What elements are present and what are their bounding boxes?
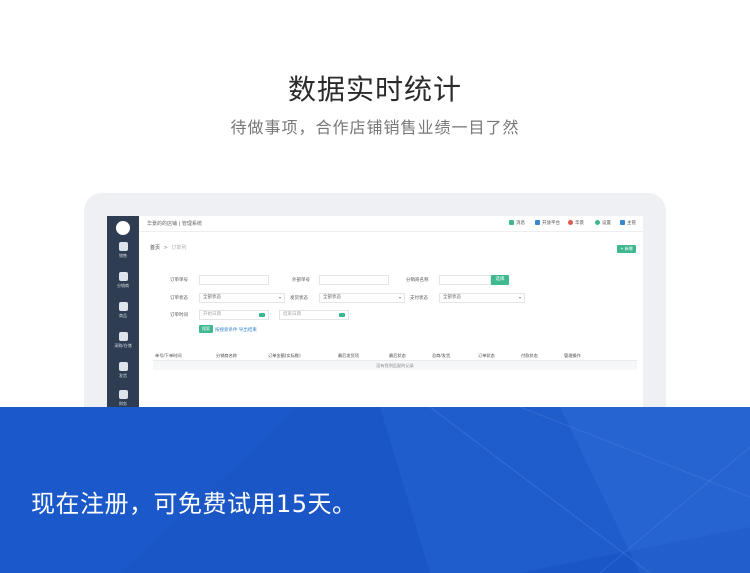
- distributor-label: 分销商名称: [406, 278, 429, 283]
- filter-panel: 订单单号 外部单号 分销商名称 选择 订单状态 全部状态 ▾ 发货状态 全部状态 ▾…: [150, 264, 638, 416]
- pay-status-label: 支付状态: [410, 296, 428, 301]
- user-icon: [568, 220, 573, 225]
- ship-status-select[interactable]: 全部状态 ▾: [319, 293, 405, 303]
- column-header[interactable]: 总商/发货: [432, 353, 450, 359]
- signup-banner-text: 现在注册，可免费试用15天。: [31, 490, 357, 518]
- settings-icon: [595, 220, 600, 225]
- column-header[interactable]: 单号/下单时间: [155, 353, 182, 359]
- column-header[interactable]: 分销商名称: [216, 353, 237, 359]
- order-status-select[interactable]: 全部状态 ▾: [199, 293, 285, 303]
- pay-status-select[interactable]: 全部状态 ▾: [439, 293, 525, 303]
- sidebar-item-label: 财务: [119, 401, 127, 406]
- calendar-icon: [259, 313, 265, 317]
- app-logo-icon: [116, 221, 130, 235]
- shipping-icon: [118, 362, 128, 371]
- finance-icon: [118, 390, 128, 399]
- breadcrumb-separator: >: [163, 245, 168, 251]
- chevron-down-icon: ▾: [518, 295, 521, 300]
- sidebar-item-shipping[interactable]: 发货: [107, 358, 139, 388]
- column-header[interactable]: 订单金额(实际数): [268, 353, 301, 359]
- topbar-user[interactable]: 华景: [568, 220, 584, 226]
- sidebar-item-label: 销售: [119, 253, 127, 258]
- column-header[interactable]: 最后发货项: [338, 353, 359, 359]
- calendar-icon: [339, 313, 345, 317]
- ship-status-label: 发货状态: [290, 296, 308, 301]
- manager-icon: [620, 220, 625, 225]
- chevron-down-icon: ▾: [278, 295, 281, 300]
- column-header[interactable]: 付款状态: [521, 353, 538, 359]
- hero-title: 数据实时统计: [287, 73, 462, 106]
- order-status-label: 订单状态: [170, 296, 188, 301]
- column-header[interactable]: 管理操作: [564, 353, 581, 359]
- sidebar-item-goods[interactable]: 商品: [107, 298, 139, 328]
- search-button[interactable]: 搜索: [199, 325, 213, 333]
- purchase-icon: [118, 332, 128, 341]
- sidebar-item-label: 采购/仓储: [114, 343, 132, 348]
- top-bar: 华景的的店铺 | 管理系统 消息 开放平台 华景 设置 主管: [139, 216, 643, 232]
- sidebar-item-purchase[interactable]: 采购/仓储: [107, 328, 139, 358]
- column-header[interactable]: 最后状态: [389, 353, 406, 359]
- topbar-manager[interactable]: 主管: [620, 220, 636, 226]
- message-icon: [509, 220, 514, 225]
- sidebar-item-label: 分销商: [117, 283, 129, 288]
- sidebar-item-sales[interactable]: 销售: [107, 238, 139, 268]
- start-date-input[interactable]: 开始日期: [199, 310, 269, 320]
- chevron-down-icon: ▾: [398, 295, 401, 300]
- sidebar-item-label: 商品: [119, 313, 127, 318]
- distributor-input[interactable]: [439, 275, 491, 285]
- sidebar-item-distributor[interactable]: 分销商: [107, 268, 139, 298]
- distributor-icon: [118, 272, 128, 281]
- breadcrumb: 首页 > 订单列: [150, 244, 186, 251]
- app-screenshot: 销售 分销商 商品 采购/仓储 发货 财务 华景的的店铺 | 管理系统 消息 开…: [107, 216, 643, 416]
- app-title: 华景的的店铺 | 管理系统: [147, 221, 202, 227]
- order-no-input[interactable]: [199, 275, 269, 285]
- topbar-messages[interactable]: 消息: [509, 220, 525, 226]
- external-no-label: 外部单号: [292, 278, 310, 283]
- order-no-label: 订单单号: [170, 278, 188, 283]
- add-new-button[interactable]: + 新增: [617, 245, 636, 253]
- hero-subtitle: 待做事项，合作店铺销售业绩一目了然: [230, 118, 520, 137]
- select-distributor-button[interactable]: 选择: [491, 275, 509, 285]
- sidebar-item-label: 发货: [119, 373, 127, 378]
- column-header[interactable]: 订单状态: [478, 353, 495, 359]
- external-no-input[interactable]: [319, 275, 389, 285]
- goods-icon: [118, 302, 128, 311]
- breadcrumb-home[interactable]: 首页: [150, 245, 160, 251]
- end-date-input[interactable]: 结束日期: [279, 310, 349, 320]
- sales-icon: [118, 242, 128, 251]
- topbar-settings[interactable]: 设置: [595, 220, 611, 226]
- order-time-label: 订单时间: [170, 313, 188, 318]
- signup-banner[interactable]: 现在注册，可免费试用15天。: [0, 407, 750, 573]
- table-header: 单号/下单时间 分销商名称 订单金额(实际数) 最后发货项 最后状态 总商/发货…: [153, 351, 637, 361]
- breadcrumb-current: 订单列: [171, 245, 187, 251]
- topbar-open-platform[interactable]: 开放平台: [535, 220, 560, 226]
- export-results-link[interactable]: 按搜索条件 导出结果: [215, 327, 257, 333]
- open-platform-icon: [535, 220, 540, 225]
- sidebar: 销售 分销商 商品 采购/仓储 发货 财务: [107, 216, 139, 416]
- empty-table-message: 没有找到匹配的记录: [153, 361, 637, 370]
